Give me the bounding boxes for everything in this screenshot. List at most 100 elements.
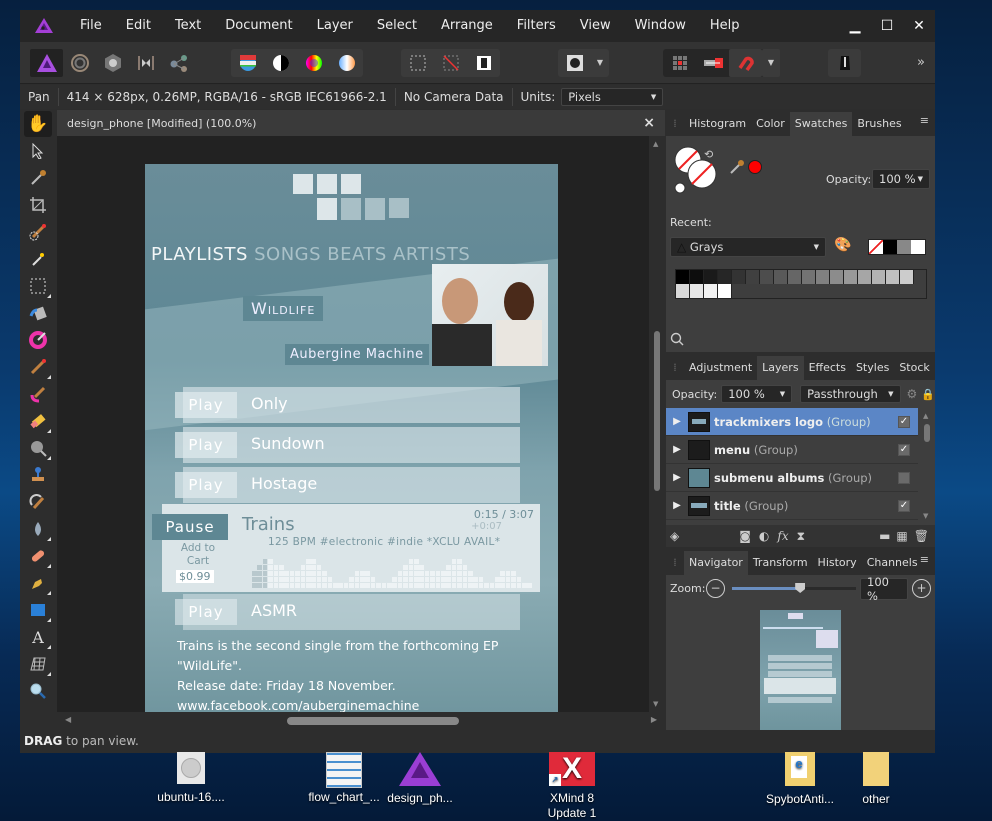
price-badge[interactable]: $0.99 [176,570,214,583]
expand-icon[interactable]: ▶ [666,472,688,483]
track-row[interactable]: Play Sundown [175,427,520,463]
desktop-icon-other[interactable]: other [846,752,906,806]
zoom-value-field[interactable]: 100 % [860,575,908,603]
quick-mask-button[interactable] [558,49,591,77]
menu-select[interactable]: Select [365,10,429,42]
view-tool[interactable]: ✋ [24,111,52,137]
gray-swatch[interactable] [704,270,718,284]
close-window-button[interactable]: ✕ [903,18,935,34]
snapping-grid-button[interactable] [663,49,696,77]
gray-swatch[interactable] [886,270,900,284]
gray-swatch[interactable] [774,270,788,284]
liquify-persona-button[interactable] [63,49,96,77]
swatch[interactable] [911,240,925,254]
search-icon[interactable] [670,332,684,346]
swap-colors-icon[interactable]: ⟲ [704,148,713,161]
tab-stock[interactable]: Stock [894,356,934,380]
document-tab[interactable]: design_phone [Modified] (100.0%) × [57,110,665,136]
gray-swatch[interactable] [676,270,690,284]
zoom-tool[interactable] [24,678,52,704]
fill-stroke-swatches[interactable] [674,146,722,194]
play-button[interactable]: Play [175,599,237,625]
paint-brush-tool[interactable] [24,354,52,380]
tab-color[interactable]: Color [751,112,790,136]
units-select[interactable]: Pixels ▼ [561,88,664,106]
gray-swatch[interactable] [704,284,718,298]
play-button[interactable]: Play [175,392,237,418]
desktop-icon-xmind[interactable]: X ↗ XMind 8 Update 1 [532,752,612,821]
selection-brush-tool[interactable] [24,219,52,245]
hsl-button[interactable] [297,49,330,77]
layer-row[interactable]: ▶ trackmixers logo (Group) ✓ [666,408,918,436]
play-button[interactable]: Play [175,472,237,498]
marquee-button[interactable] [401,49,434,77]
desktop-icon-spybot[interactable]: e SpybotAnti... [760,752,840,806]
white-balance-button[interactable] [330,49,363,77]
gray-swatch[interactable] [788,270,802,284]
navigator-preview[interactable] [760,610,841,731]
toolbar-overflow-button[interactable]: » [917,55,925,70]
tab-effects[interactable]: Effects [804,356,851,380]
tab-brushes[interactable]: Brushes [852,112,906,136]
layers-stack-icon[interactable]: ◈ [670,529,679,543]
text-tool[interactable]: A [24,624,52,650]
color-wheel-tool[interactable] [24,327,52,353]
tab-histogram[interactable]: Histogram [684,112,751,136]
vertical-scrollbar[interactable]: ▲ ▼ [649,136,665,712]
gray-swatch[interactable] [732,270,746,284]
zoom-out-button[interactable]: − [706,579,725,598]
palette-options-icon[interactable]: 🎨 [834,237,851,253]
facebook-link[interactable]: www.facebook.com/auberginemachine [177,696,498,712]
force-pixel-alignment-button[interactable] [696,49,729,77]
gray-swatch[interactable] [858,270,872,284]
layer-row[interactable]: ▶ title (Group) ✓ [666,492,918,520]
panel-grip[interactable]: ⁞ [666,356,684,380]
snapping-dropdown[interactable]: ▼ [762,48,780,77]
swatch[interactable] [897,240,911,254]
add-pixel-layer-icon[interactable]: ▦ [896,529,907,543]
gray-swatch[interactable] [746,270,760,284]
panel-grip[interactable]: ⁞ [666,551,684,575]
gray-swatch[interactable] [816,270,830,284]
layer-visibility-checkbox[interactable]: ✓ [898,415,910,428]
gray-swatch[interactable] [760,270,774,284]
current-color-swatch[interactable] [748,160,762,174]
menu-document[interactable]: Document [213,10,304,42]
tab-navigator[interactable]: Navigator [684,551,748,575]
snapping-button[interactable] [729,48,762,77]
menu-file[interactable]: File [68,10,114,42]
fx-icon[interactable]: fx [777,529,788,543]
tab-swatches[interactable]: Swatches [789,112,853,136]
tone-mapping-persona-button[interactable] [129,49,162,77]
scroll-down-arrow[interactable]: ▼ [653,700,658,708]
flood-select-tool[interactable] [24,246,52,272]
gray-swatch[interactable] [900,270,914,284]
pen-tool[interactable] [24,570,52,596]
assistant-button[interactable] [828,49,861,77]
track-row[interactable]: Play Hostage [175,467,520,503]
pause-button[interactable]: Pause [152,514,228,540]
gray-swatch[interactable] [844,270,858,284]
panel-grip[interactable]: ⁞ [666,112,684,136]
current-track-card[interactable]: Pause Trains 0:15 / 3:07 +0:07 125 BPM #… [152,504,540,592]
zoom-in-button[interactable]: + [912,579,931,598]
minimize-button[interactable]: ▁ [839,18,871,34]
gray-swatch[interactable] [830,270,844,284]
tab-channels[interactable]: Channels [862,551,923,575]
tab-transform[interactable]: Transform [748,551,813,575]
gray-swatch[interactable] [802,270,816,284]
photo-persona-button[interactable] [30,48,63,77]
menu-view[interactable]: View [568,10,623,42]
swatch-opacity-select[interactable]: 100 % ▼ [872,169,930,189]
zoom-slider-thumb[interactable] [795,583,806,593]
panel-menu-icon[interactable]: ≡ [920,553,929,566]
maximize-button[interactable]: ☐ [871,18,903,34]
layer-visibility-checkbox[interactable]: ✓ [898,499,910,512]
panel-menu-icon[interactable]: ≡ [920,114,929,127]
tab-layers[interactable]: Layers [757,356,804,380]
dodge-tool[interactable] [24,435,52,461]
gray-swatch[interactable] [690,270,704,284]
move-tool[interactable] [24,138,52,164]
gray-swatch[interactable] [872,270,886,284]
invert-selection-button[interactable] [467,49,500,77]
